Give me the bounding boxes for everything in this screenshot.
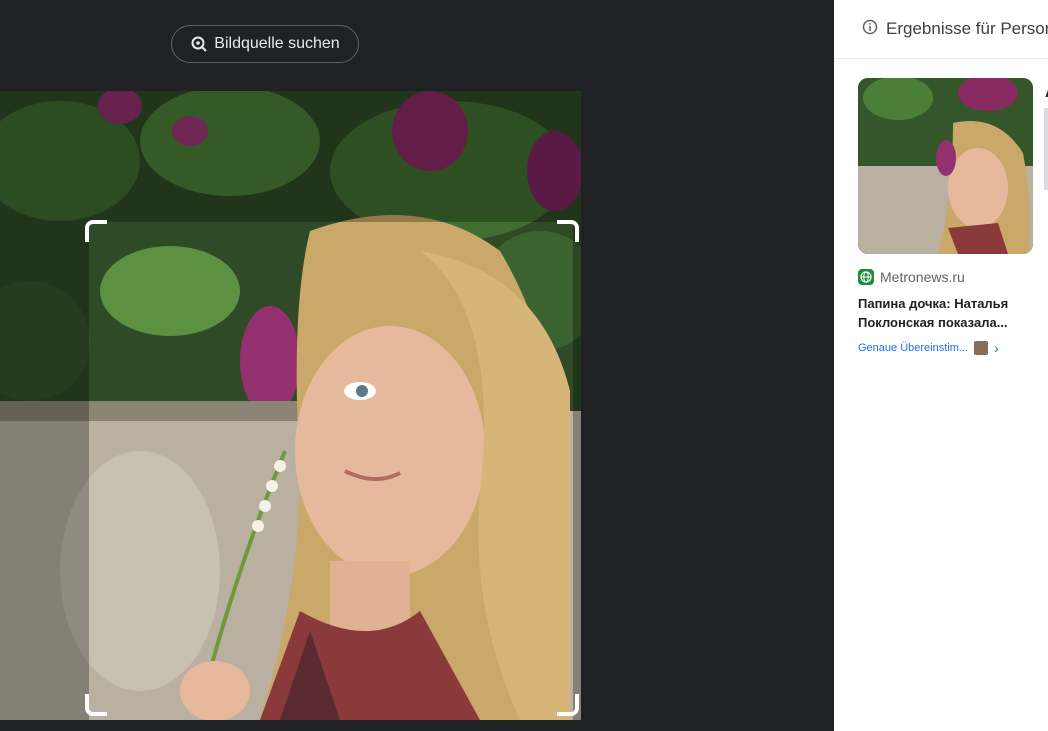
crop-corner-bottom-left[interactable] <box>85 694 107 716</box>
result-thumbnail[interactable] <box>858 78 1033 254</box>
result-source-name: Metronews.ru <box>880 269 965 285</box>
result-source[interactable]: Metronews.ru <box>858 268 1038 286</box>
globe-icon <box>858 269 874 285</box>
divider <box>834 58 1048 59</box>
next-card-thumbnail[interactable] <box>1044 108 1048 190</box>
crop-dim-right <box>573 222 581 720</box>
lens-search-icon <box>190 35 208 53</box>
uploaded-photo[interactable] <box>0 91 581 720</box>
find-image-source-button[interactable]: Bildquelle suchen <box>171 25 359 63</box>
info-icon[interactable] <box>862 19 878 40</box>
crop-dim-left <box>0 222 89 720</box>
crop-dim-top <box>0 91 581 222</box>
result-title[interactable]: Папина дочка: Наталья Поклонская показал… <box>858 294 1028 332</box>
crop-corner-top-left[interactable] <box>85 220 107 242</box>
crop-corner-top-right[interactable] <box>557 220 579 242</box>
crop-corner-bottom-right[interactable] <box>557 694 579 716</box>
chevron-right-icon: › <box>994 340 999 356</box>
results-panel: Ergebnisse für Personen <box>834 0 1048 731</box>
match-thumbnail-icon <box>974 341 989 355</box>
find-image-source-label: Bildquelle suchen <box>214 35 340 52</box>
exact-match-link[interactable]: Genaue Übereinstim... › <box>858 340 1038 356</box>
results-header: Ergebnisse für Personen <box>862 18 1048 40</box>
exact-match-label: Genaue Übereinstim... <box>858 342 969 354</box>
results-header-label: Ergebnisse für Personen <box>886 19 1048 38</box>
image-viewer: Bildquelle suchen <box>0 0 834 731</box>
result-card[interactable]: Metronews.ru Папина дочка: Наталья Покло… <box>858 78 1038 356</box>
